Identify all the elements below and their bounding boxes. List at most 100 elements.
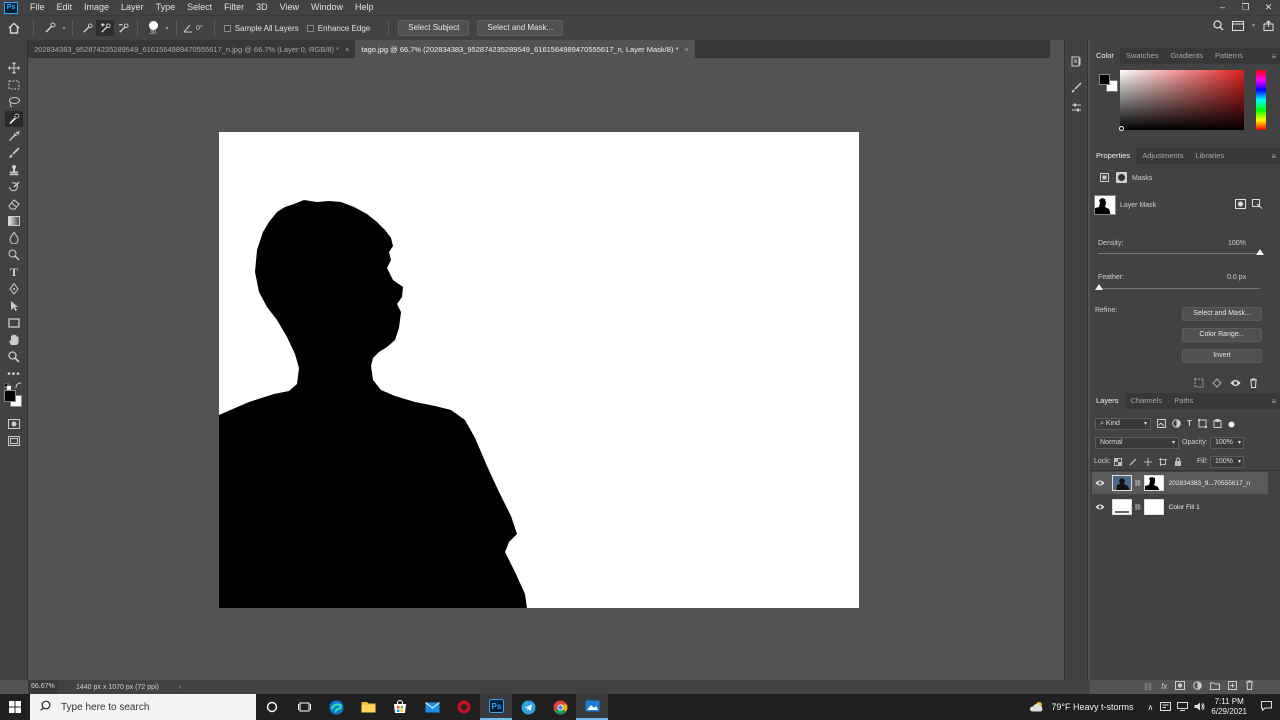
tab-gradients[interactable]: Gradients xyxy=(1164,48,1209,64)
menu-file[interactable]: File xyxy=(24,0,51,15)
photoshop-logo-icon[interactable]: Ps xyxy=(4,1,18,14)
cortana-icon[interactable] xyxy=(256,694,288,720)
document-tab-1[interactable]: 202834383_952874235289549_61615649894705… xyxy=(28,40,355,58)
load-selection-icon[interactable] xyxy=(1194,378,1204,391)
visibility-eye-icon[interactable] xyxy=(1092,503,1108,511)
weather-text[interactable]: 79°F Heavy t-storms xyxy=(1051,702,1133,712)
sample-all-layers-checkbox[interactable]: Sample All Layers xyxy=(223,24,299,33)
zoom-tool-icon[interactable] xyxy=(5,349,23,365)
app-red-icon[interactable] xyxy=(448,694,480,720)
foreground-color-chip[interactable] xyxy=(1099,74,1110,85)
eye-icon[interactable] xyxy=(1230,378,1241,391)
density-slider-thumb[interactable] xyxy=(1256,249,1264,255)
home-icon[interactable] xyxy=(0,18,28,38)
lock-transparent-icon[interactable] xyxy=(1114,457,1122,469)
telegram-icon[interactable] xyxy=(512,694,544,720)
workspace-icon[interactable] xyxy=(1231,20,1244,31)
close-icon[interactable]: × xyxy=(345,45,349,54)
taskbar-search-box[interactable]: Type here to search xyxy=(30,694,256,720)
color-picker-cursor[interactable] xyxy=(1119,126,1124,131)
chain-link-icon[interactable]: ⛓ xyxy=(1134,504,1142,511)
menu-edit[interactable]: Edit xyxy=(51,0,79,15)
share-icon[interactable] xyxy=(1263,20,1274,31)
density-value[interactable]: 100% xyxy=(1228,240,1246,247)
document-tab-2[interactable]: tago.jpg @ 66.7% (202834383_952874235289… xyxy=(355,40,695,58)
filter-type-icon[interactable]: T xyxy=(1187,419,1192,431)
angle-icon[interactable] xyxy=(182,23,194,33)
quick-selection-tool-icon[interactable] xyxy=(5,111,23,127)
link-layers-icon[interactable]: ⛓ xyxy=(1143,682,1153,691)
add-to-selection-icon[interactable] xyxy=(96,20,114,36)
select-and-mask-button[interactable]: Select and Mask... xyxy=(477,20,564,36)
pen-tool-icon[interactable] xyxy=(5,281,23,297)
blur-tool-icon[interactable] xyxy=(5,230,23,246)
menu-select[interactable]: Select xyxy=(181,0,218,15)
layer-mask-thumb[interactable] xyxy=(1143,499,1164,515)
apply-mask-footer-icon[interactable] xyxy=(1212,378,1222,391)
microsoft-store-icon[interactable] xyxy=(384,694,416,720)
feather-slider[interactable] xyxy=(1098,288,1260,289)
layer-name[interactable]: 202834383_9...70555617_n xyxy=(1169,480,1250,487)
lasso-tool-icon[interactable] xyxy=(5,94,23,110)
filter-shape-icon[interactable] xyxy=(1197,419,1207,431)
tab-paths[interactable]: Paths xyxy=(1168,393,1199,409)
document-canvas[interactable] xyxy=(219,132,859,608)
tab-patterns[interactable]: Patterns xyxy=(1209,48,1249,64)
tray-app-icon[interactable] xyxy=(1160,701,1172,713)
add-mask-icon[interactable] xyxy=(1175,680,1186,693)
lock-all-icon[interactable] xyxy=(1174,457,1182,469)
close-button[interactable]: ✕ xyxy=(1257,0,1280,15)
tab-channels[interactable]: Channels xyxy=(1125,393,1169,409)
history-icon[interactable] xyxy=(1071,56,1082,70)
menu-filter[interactable]: Filter xyxy=(218,0,250,15)
weather-cloud-icon[interactable] xyxy=(1029,701,1045,714)
history-brush-tool-icon[interactable] xyxy=(5,179,23,195)
brush-settings-icon[interactable] xyxy=(1071,82,1082,96)
select-subject-button[interactable]: Select Subject xyxy=(398,20,470,36)
adjustment-layer-icon[interactable] xyxy=(1193,680,1203,693)
tab-libraries[interactable]: Libraries xyxy=(1189,148,1230,164)
filter-pixel-icon[interactable] xyxy=(1157,419,1166,431)
notification-icon[interactable] xyxy=(1261,701,1272,713)
layer-row-1[interactable]: ⛓ 202834383_9...70555617_n xyxy=(1092,472,1268,494)
chain-link-icon[interactable]: ⛓ xyxy=(1134,480,1142,487)
type-tool-icon[interactable]: T xyxy=(5,264,23,280)
enhance-edge-checkbox[interactable]: Enhance Edge xyxy=(306,24,370,33)
photos-app-icon[interactable] xyxy=(576,694,608,720)
apply-mask-icon[interactable] xyxy=(1252,199,1263,212)
chevron-down-icon[interactable]: ▾ xyxy=(163,25,171,32)
visibility-eye-icon[interactable] xyxy=(1092,479,1108,487)
pixel-mask-icon[interactable] xyxy=(1100,173,1109,185)
status-menu-arrow[interactable]: › xyxy=(179,684,181,691)
gradient-tool-icon[interactable] xyxy=(5,213,23,229)
filter-toggle-icon[interactable] xyxy=(1228,419,1235,431)
layer-name[interactable]: Color Fill 1 xyxy=(1169,504,1200,511)
restore-button[interactable]: ❐ xyxy=(1234,0,1257,15)
chrome-icon[interactable] xyxy=(544,694,576,720)
hand-tool-icon[interactable] xyxy=(5,332,23,348)
feather-value[interactable]: 0.0 px xyxy=(1227,274,1246,281)
menu-layer[interactable]: Layer xyxy=(115,0,150,15)
search-icon[interactable] xyxy=(1213,20,1224,31)
default-colors-icon[interactable] xyxy=(3,381,12,391)
color-field[interactable] xyxy=(1120,70,1244,130)
tray-chevron-up-icon[interactable]: ∧ xyxy=(1148,703,1154,712)
close-icon[interactable]: × xyxy=(684,45,688,54)
move-tool-icon[interactable] xyxy=(5,60,23,76)
menu-view[interactable]: View xyxy=(274,0,305,15)
quick-selection-preset-icon[interactable] xyxy=(39,22,61,34)
windows-start-icon[interactable] xyxy=(0,694,30,720)
tab-layers[interactable]: Layers xyxy=(1090,393,1125,409)
menu-3d[interactable]: 3D xyxy=(250,0,274,15)
brush-size-picker[interactable]: 30 xyxy=(143,20,163,36)
minimize-button[interactable]: – xyxy=(1211,0,1234,15)
layer-filter-kind[interactable]: ⌕ Kind ▾ xyxy=(1095,418,1151,430)
menu-window[interactable]: Window xyxy=(305,0,349,15)
path-selection-tool-icon[interactable] xyxy=(5,298,23,314)
layer-style-icon[interactable]: fx xyxy=(1161,682,1167,691)
delete-mask-icon[interactable] xyxy=(1249,378,1258,391)
lock-artboard-icon[interactable] xyxy=(1159,457,1167,469)
layer-row-2[interactable]: ⛓ Color Fill 1 xyxy=(1092,496,1268,518)
tab-color[interactable]: Color xyxy=(1090,48,1120,64)
file-explorer-icon[interactable] xyxy=(352,694,384,720)
